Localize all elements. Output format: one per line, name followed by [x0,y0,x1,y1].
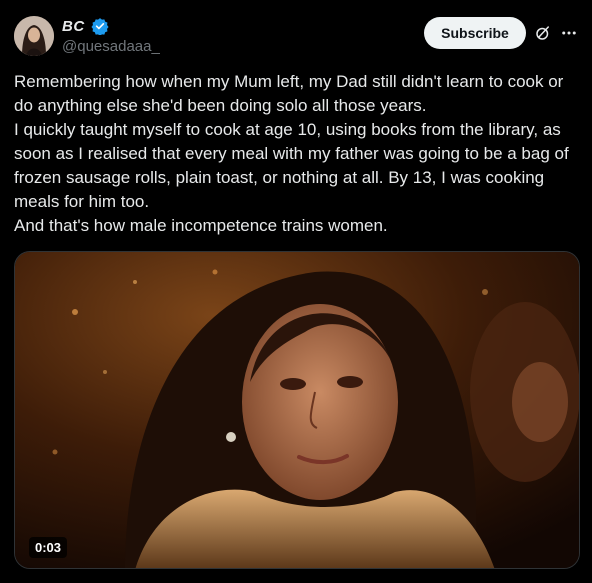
tweet-header: BC @quesadaaa_ Subscribe [14,14,582,58]
display-name-row: BC [62,16,160,36]
tweet-text: Remembering how when my Mum left, my Dad… [14,70,584,238]
video-thumbnail [15,252,579,568]
tweet-paragraph: Remembering how when my Mum left, my Dad… [14,72,564,115]
tweet-paragraph: I quickly taught myself to cook at age 1… [14,120,569,211]
subscribe-button[interactable]: Subscribe [424,17,526,49]
user-info: BC @quesadaaa_ [62,16,160,56]
verified-badge-icon [91,17,109,36]
more-options-icon[interactable] [560,24,578,42]
tweet-paragraph: And that's how male incompetence trains … [14,216,388,235]
grok-icon[interactable] [534,24,552,42]
video-duration-badge: 0:03 [29,537,68,558]
tweet-post: BC @quesadaaa_ Subscribe Remembering how… [0,0,592,583]
video-player[interactable]: 0:03 [14,251,580,569]
user-handle[interactable]: @quesadaaa_ [62,38,160,55]
avatar[interactable] [14,16,54,56]
display-name[interactable]: BC [62,18,85,35]
